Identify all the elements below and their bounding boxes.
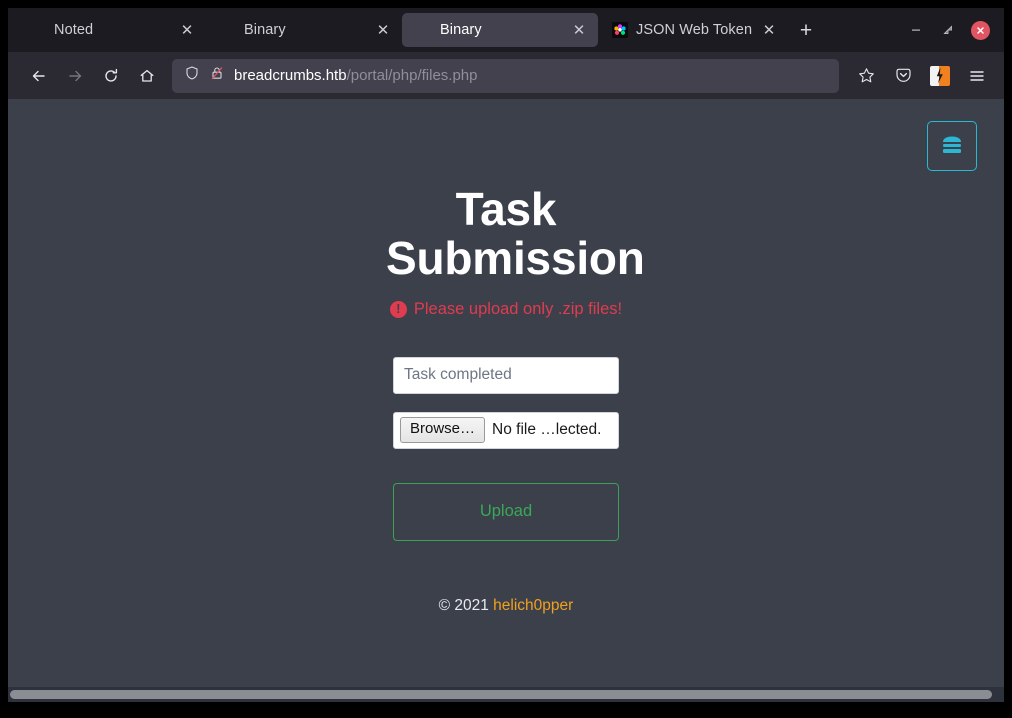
file-selection-status: No file …lected. — [492, 421, 601, 439]
address-bar[interactable]: breadcrumbs.htb/portal/php/files.php — [172, 59, 839, 93]
jwt-favicon-icon — [612, 22, 628, 38]
page-content: Task Submission ! Please upload only .zi… — [8, 99, 1004, 615]
horizontal-scrollbar-track[interactable] — [8, 687, 1004, 702]
page-title-line2: Submission — [386, 232, 645, 284]
browser-tab-json-web-tokens[interactable]: JSON Web Tokens - j ✕ — [598, 13, 788, 47]
tab-strip: Noted ✕ Binary ✕ Binary ✕ — [8, 8, 1004, 52]
app-menu-icon[interactable] — [960, 60, 994, 92]
browser-tab-noted[interactable]: Noted ✕ — [16, 13, 206, 47]
tab-label: Noted — [54, 22, 170, 38]
window-controls — [907, 21, 1000, 40]
lock-crossed-icon[interactable] — [209, 65, 225, 86]
task-name-input[interactable]: Task completed — [393, 357, 619, 394]
upload-warning-message: ! Please upload only .zip files! — [390, 300, 622, 319]
tab-close-icon[interactable]: ✕ — [760, 21, 778, 39]
page-viewport: Task Submission ! Please upload only .zi… — [8, 99, 1004, 687]
browser-tab-binary-1[interactable]: Binary ✕ — [206, 13, 402, 47]
tab-close-icon[interactable]: ✕ — [374, 21, 392, 39]
favicon-placeholder-icon — [30, 22, 46, 38]
window-minimize-button[interactable] — [907, 21, 925, 39]
tab-label: Binary — [440, 22, 562, 38]
file-upload-input[interactable]: Browse… No file …lected. — [393, 412, 619, 449]
extension-icon[interactable] — [923, 60, 957, 92]
upload-warning-text: Please upload only .zip files! — [414, 300, 622, 319]
pocket-icon[interactable] — [886, 60, 920, 92]
browse-button[interactable]: Browse… — [400, 417, 485, 443]
url-host: breadcrumbs.htb — [234, 67, 347, 84]
home-button-icon[interactable] — [130, 60, 164, 92]
url-path: /portal/php/files.php — [347, 67, 478, 84]
favicon-placeholder-icon — [416, 22, 432, 38]
burger-menu-icon — [939, 135, 965, 157]
shield-icon[interactable] — [184, 65, 200, 86]
reload-button-icon[interactable] — [94, 60, 128, 92]
task-submission-form: Task completed Browse… No file …lected. … — [393, 357, 619, 541]
horizontal-scrollbar-thumb[interactable] — [10, 690, 992, 699]
toolbar-right-buttons — [849, 60, 994, 92]
browser-window: Noted ✕ Binary ✕ Binary ✕ — [8, 8, 1004, 702]
bookmark-star-icon[interactable] — [849, 60, 883, 92]
window-close-button[interactable] — [971, 21, 990, 40]
navigation-toolbar: breadcrumbs.htb/portal/php/files.php — [8, 52, 1004, 99]
tab-close-icon[interactable]: ✕ — [570, 21, 588, 39]
footer-copyright: © 2021 — [439, 597, 494, 614]
task-name-placeholder: Task completed — [404, 366, 512, 384]
window-restore-button[interactable] — [939, 21, 957, 39]
back-button-icon[interactable] — [22, 60, 56, 92]
page-menu-toggle-button[interactable] — [927, 121, 977, 171]
favicon-placeholder-icon — [220, 22, 236, 38]
tab-label: JSON Web Tokens - j — [636, 22, 752, 38]
footer-author-link[interactable]: helich0pper — [493, 597, 573, 614]
exclamation-circle-icon: ! — [390, 301, 407, 318]
page-title-line1: Task — [456, 183, 557, 235]
tab-label: Binary — [244, 22, 366, 38]
upload-button[interactable]: Upload — [393, 483, 619, 541]
new-tab-button[interactable]: + — [790, 15, 822, 45]
page-title: Task Submission — [386, 185, 626, 283]
forward-button-icon[interactable] — [58, 60, 92, 92]
tab-close-icon[interactable]: ✕ — [178, 21, 196, 39]
url-text: breadcrumbs.htb/portal/php/files.php — [234, 67, 477, 84]
browser-tab-binary-2-active[interactable]: Binary ✕ — [402, 13, 598, 47]
page-footer: © 2021 helich0pper — [439, 597, 574, 615]
